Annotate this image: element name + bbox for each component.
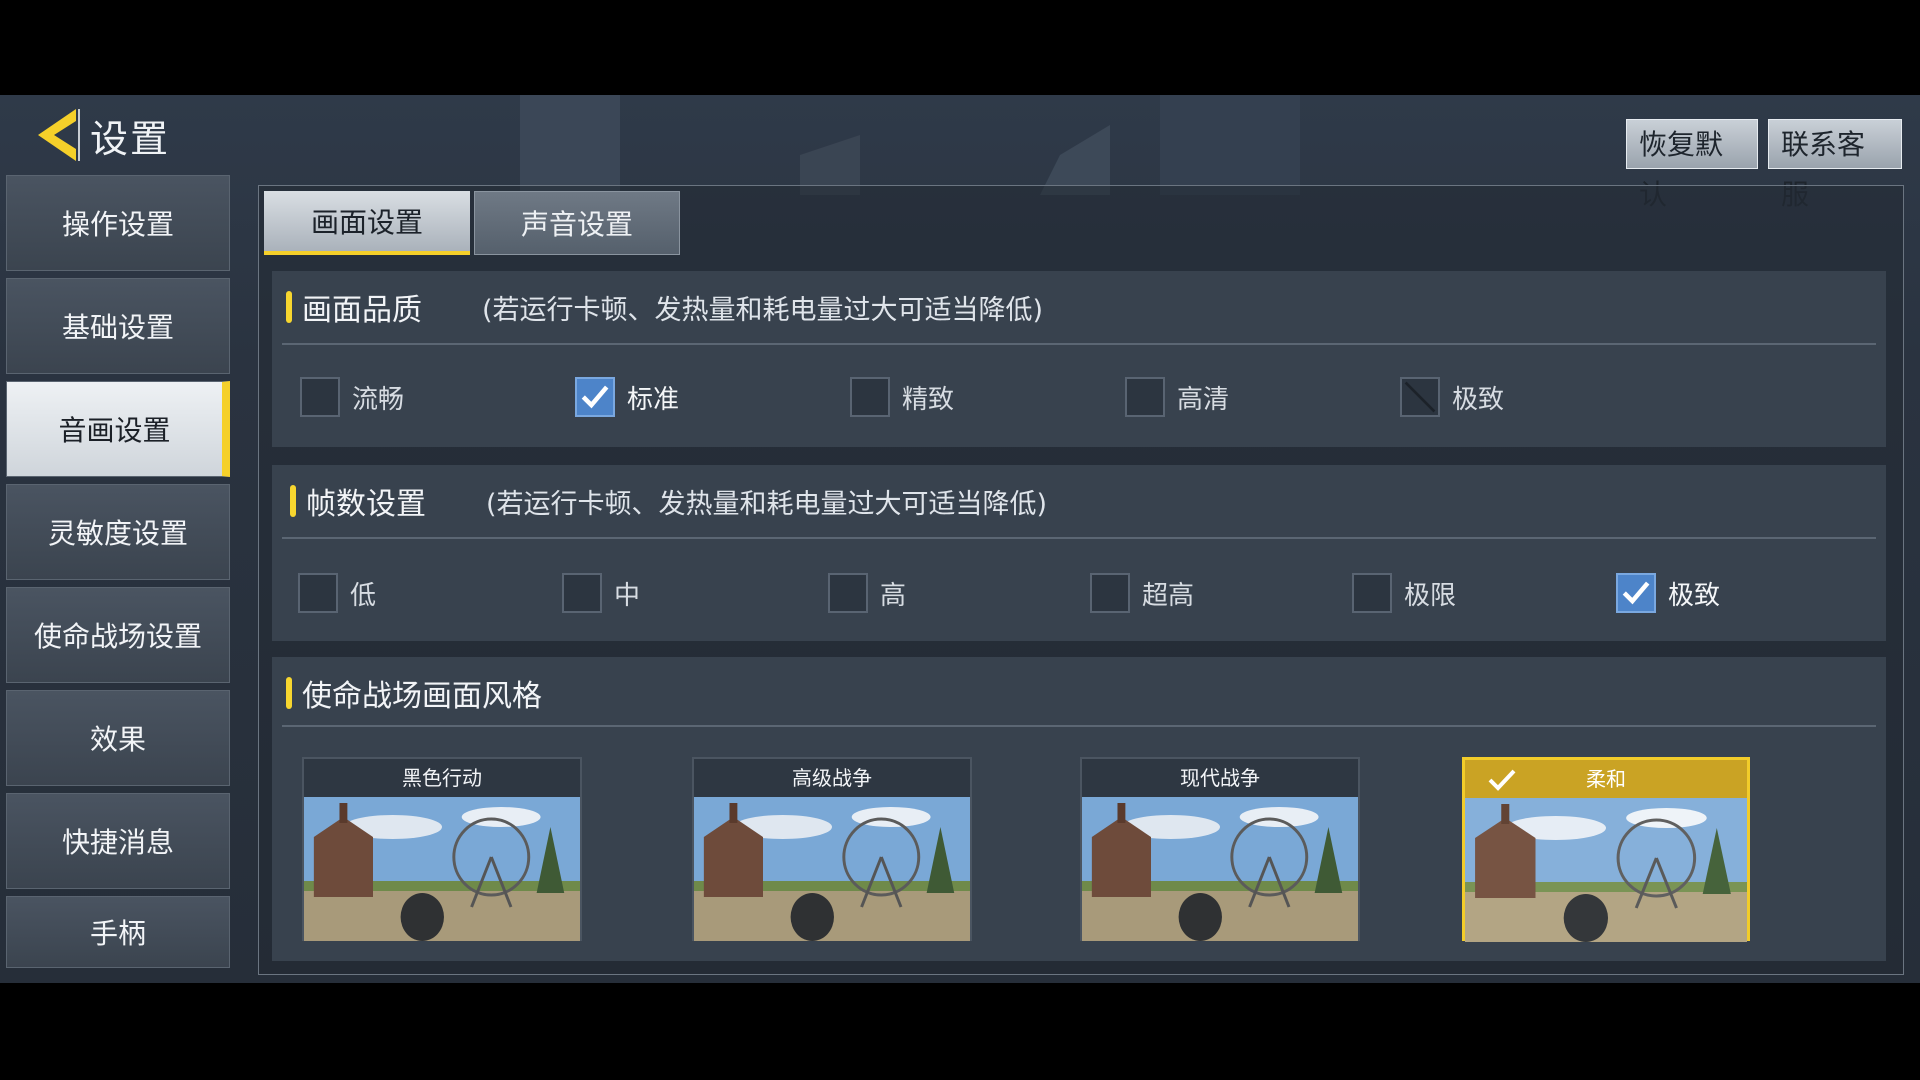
settings-screen: 设置 恢复默认 联系客服 操作设置 基础设置 音画设置 灵敏度设置 使命战场设置… (0, 95, 1920, 983)
visual-style-title: 使命战场画面风格 (302, 679, 542, 714)
frame-rate-note: (若运行卡顿、发热量和耗电量过大可适当降低) (486, 488, 1048, 520)
frame-option-extreme[interactable]: 极限 (1352, 573, 1456, 613)
option-label: 低 (350, 580, 377, 611)
checkbox[interactable] (300, 377, 340, 417)
option-label: 流畅 (352, 384, 405, 415)
visual-style-header: 使命战场画面风格 (286, 671, 542, 715)
visual-style-section: 使命战场画面风格 黑色行动 高级战争 现代战争 柔和 (272, 657, 1886, 961)
quality-option-ultra: 极致 (1400, 377, 1504, 417)
divider (282, 725, 1876, 727)
frame-option-medium[interactable]: 中 (562, 573, 640, 613)
style-preview-image (1465, 798, 1747, 942)
quality-note: (若运行卡顿、发热量和耗电量过大可适当降低) (482, 294, 1044, 326)
contact-support-button[interactable]: 联系客服 (1768, 119, 1902, 211)
frame-rate-title: 帧数设置 (306, 487, 426, 522)
checkbox[interactable] (1125, 377, 1165, 417)
quality-option-standard[interactable]: 标准 (575, 377, 679, 417)
sidebar-item-controls[interactable]: 操作设置 (6, 175, 230, 271)
frame-option-low[interactable]: 低 (298, 573, 376, 613)
quality-option-fine[interactable]: 精致 (850, 377, 954, 417)
option-label: 极限 (1404, 580, 1457, 611)
tab-display-settings[interactable]: 画面设置 (264, 191, 470, 255)
quality-title: 画面品质 (302, 293, 422, 328)
card-label: 柔和 (1465, 760, 1747, 798)
checkmark-icon (581, 385, 609, 409)
frame-rate-header: 帧数设置 (若运行卡顿、发热量和耗电量过大可适当降低) (290, 479, 1047, 523)
checkbox-checked[interactable] (1616, 573, 1656, 613)
style-card-black-ops[interactable]: 黑色行动 (302, 757, 582, 941)
sidebar-item-audio-video[interactable]: 音画设置 (6, 381, 230, 477)
checkbox-disabled (1400, 377, 1440, 417)
page-title: 设置 (90, 116, 171, 161)
checkbox[interactable] (298, 573, 338, 613)
quality-option-hd[interactable]: 高清 (1125, 377, 1229, 417)
sidebar-item-controller[interactable]: 手柄 (6, 896, 230, 968)
checkbox-checked[interactable] (575, 377, 615, 417)
section-accent-bar (286, 291, 292, 323)
checkmark-icon (1488, 769, 1516, 791)
style-preview-image (1082, 797, 1358, 941)
card-label: 现代战争 (1082, 759, 1358, 797)
style-card-soft[interactable]: 柔和 (1462, 757, 1750, 942)
sidebar-item-sensitivity[interactable]: 灵敏度设置 (6, 484, 230, 580)
divider (282, 537, 1876, 539)
sidebar-item-battlefield[interactable]: 使命战场设置 (6, 587, 230, 683)
style-preview-image (694, 797, 970, 941)
style-card-advanced-warfare[interactable]: 高级战争 (692, 757, 972, 941)
quality-section: 画面品质 (若运行卡顿、发热量和耗电量过大可适当降低) 流畅 标准 精致 高清 … (272, 271, 1886, 447)
option-label: 极致 (1668, 580, 1721, 611)
option-label: 超高 (1142, 580, 1195, 611)
frame-option-ultimate[interactable]: 极致 (1616, 573, 1720, 613)
style-preview-image (304, 797, 580, 941)
restore-defaults-button[interactable]: 恢复默认 (1626, 119, 1758, 211)
checkbox[interactable] (562, 573, 602, 613)
quality-option-smooth[interactable]: 流畅 (300, 377, 404, 417)
sidebar-item-quick-messages[interactable]: 快捷消息 (6, 793, 230, 889)
option-label: 高 (880, 580, 907, 611)
frame-option-high[interactable]: 高 (828, 573, 906, 613)
card-label: 黑色行动 (304, 759, 580, 797)
quality-header: 画面品质 (若运行卡顿、发热量和耗电量过大可适当降低) (286, 285, 1043, 329)
divider (282, 343, 1876, 345)
frame-rate-section: 帧数设置 (若运行卡顿、发热量和耗电量过大可适当降低) 低 中 高 超高 极限 (272, 465, 1886, 641)
disabled-slash-icon (1404, 381, 1436, 413)
card-label: 高级战争 (694, 759, 970, 797)
section-accent-bar (290, 485, 296, 517)
header-title-group: 设置 (34, 105, 170, 165)
tab-audio-settings[interactable]: 声音设置 (474, 191, 680, 255)
checkbox[interactable] (1090, 573, 1130, 613)
option-label: 精致 (902, 384, 955, 415)
checkbox[interactable] (1352, 573, 1392, 613)
checkmark-icon (1622, 581, 1650, 605)
section-accent-bar (286, 677, 292, 709)
sidebar-item-basic[interactable]: 基础设置 (6, 278, 230, 374)
style-card-modern-warfare[interactable]: 现代战争 (1080, 757, 1360, 941)
option-label: 高清 (1177, 384, 1230, 415)
option-label: 极致 (1452, 384, 1505, 415)
back-arrow-icon[interactable] (34, 105, 80, 165)
card-label-text: 柔和 (1586, 767, 1626, 791)
frame-option-very-high[interactable]: 超高 (1090, 573, 1194, 613)
option-label: 中 (614, 580, 641, 611)
checkbox[interactable] (850, 377, 890, 417)
checkbox[interactable] (828, 573, 868, 613)
option-label: 标准 (627, 384, 680, 415)
sidebar-item-effects[interactable]: 效果 (6, 690, 230, 786)
